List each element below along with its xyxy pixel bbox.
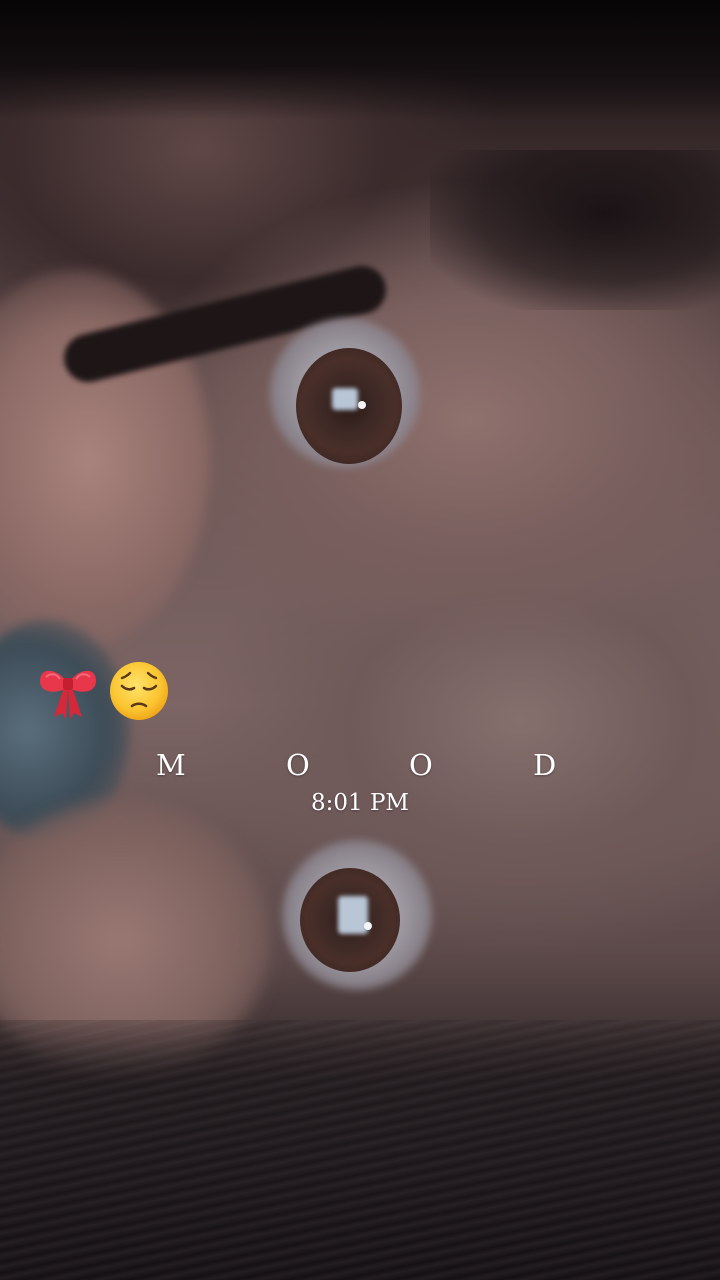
lower-eye-catchlight <box>338 896 368 934</box>
hair-top <box>0 0 720 120</box>
upper-eye-catchlight-dot <box>358 401 366 409</box>
mood-letter-m: M <box>156 748 186 782</box>
pensive-face-icon: 😔 <box>108 660 170 722</box>
photo-background: 🎀 😔 M O O <box>0 0 720 1280</box>
lower-eye-catchlight-dot <box>364 922 372 930</box>
time-label[interactable]: 8:01 PM <box>260 790 460 816</box>
mood-letter-d: D <box>533 748 557 782</box>
mood-letter-o1: O <box>286 748 310 782</box>
mood-letter-o2: O <box>409 748 433 782</box>
ribbon-icon: 🎀 <box>36 661 100 721</box>
emoji-sticker[interactable]: 🎀 😔 <box>36 660 170 722</box>
mood-text[interactable]: M O O D <box>150 748 570 788</box>
hair-bottom <box>0 1020 720 1280</box>
upper-eye-catchlight <box>332 388 358 410</box>
hair-shadow <box>430 150 720 310</box>
